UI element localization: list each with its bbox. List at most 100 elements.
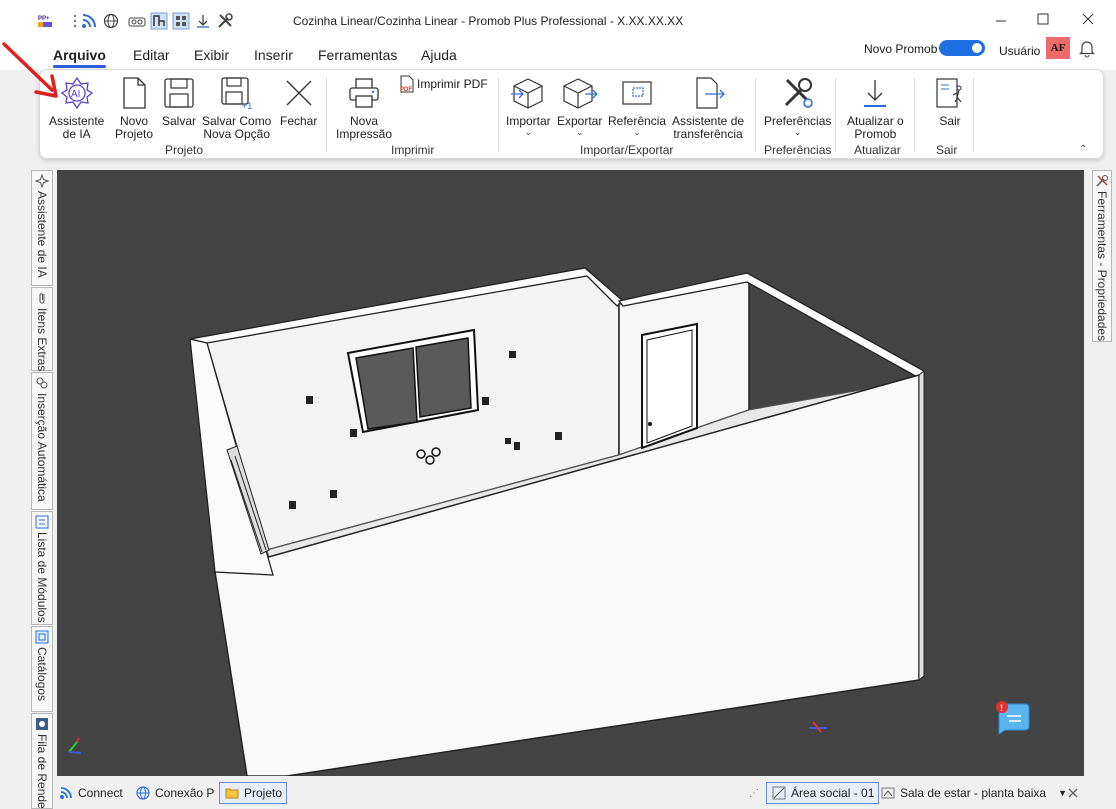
paperclip-icon — [35, 291, 49, 305]
tab-editar[interactable]: Editar — [133, 47, 170, 63]
print-pdf-button[interactable]: PDF Imprimir PDF — [399, 75, 488, 93]
close-window-button[interactable] — [1073, 8, 1103, 30]
save-as-icon: +1 — [220, 76, 254, 110]
tab-ferramentas[interactable]: Ferramentas — [318, 47, 397, 63]
ribbon-divider — [755, 78, 756, 152]
render-queue-icon — [35, 717, 49, 731]
resize-grip-icon: ⋰ — [749, 787, 759, 799]
export-box-icon — [563, 76, 597, 110]
vr-glasses-icon[interactable] — [128, 12, 146, 30]
group-imprimir-label: Imprimir — [391, 143, 435, 157]
exit-icon — [933, 76, 967, 110]
conexao-status[interactable]: Conexão P — [135, 782, 214, 804]
download-icon[interactable] — [194, 12, 212, 30]
side-tab-extra-items[interactable]: Itens Extras — [31, 287, 53, 371]
save-as-button[interactable]: +1 Salvar Como Nova Opção — [202, 76, 271, 141]
group-importar-exportar-label: Importar/Exportar — [580, 143, 674, 157]
side-tab-ai-assistant[interactable]: Assistente de IA — [31, 170, 53, 286]
close-label: Fechar — [280, 114, 318, 128]
side-tab-label: Fila de Render — [35, 734, 49, 809]
group-projeto-label: Projeto — [165, 143, 204, 157]
ribbon-divider — [835, 78, 836, 152]
status-bar: Connect Conexão P Projeto ⋰ Área social … — [54, 778, 1116, 809]
side-tab-tools-properties[interactable]: Ferramentas - Propriedades — [1092, 170, 1112, 342]
bell-icon[interactable] — [1078, 38, 1096, 58]
side-tab-auto-insert[interactable]: Inserção Automática — [31, 372, 53, 510]
new-project-button[interactable]: Novo Projeto — [115, 76, 153, 141]
close-project-button[interactable]: Fechar — [280, 76, 317, 128]
tab-ajuda[interactable]: Ajuda — [421, 47, 457, 63]
pdf-icon: PDF — [399, 75, 415, 93]
connect-status[interactable]: Connect — [58, 782, 123, 804]
area-selector[interactable]: Área social - 01 — [766, 782, 880, 804]
exit-label: Sair — [939, 114, 961, 128]
novo-promob-toggle[interactable] — [939, 40, 985, 56]
ribbon: AI Assistente de IA Novo Projeto Salvar … — [39, 69, 1104, 159]
svg-text:AI: AI — [71, 89, 80, 100]
update-button[interactable]: Atualizar o Promob — [847, 76, 904, 141]
new-file-icon — [117, 76, 151, 110]
sparkle-icon — [35, 174, 49, 188]
front-wall-edge — [918, 369, 925, 682]
side-tab-render-queue[interactable]: Fila de Render — [31, 713, 53, 809]
collapse-ribbon-icon[interactable]: ⌃ — [1079, 144, 1087, 155]
close-view-button[interactable] — [1068, 782, 1078, 804]
save-as-label: Salvar Como Nova Opção — [202, 114, 272, 141]
svg-text:PDF: PDF — [400, 87, 412, 93]
novo-promob-label: Novo Promob — [864, 42, 938, 56]
tools-icon[interactable] — [216, 12, 234, 30]
printer-icon — [347, 76, 381, 110]
user-label[interactable]: Usuário — [999, 44, 1040, 58]
export-button[interactable]: Exportar ⌄ — [557, 76, 602, 137]
projeto-label: Projeto — [244, 786, 283, 800]
chevron-down-icon: ⌄ — [793, 127, 802, 137]
rss-icon[interactable] — [80, 12, 98, 30]
globe-icon — [135, 785, 151, 801]
axis-gizmo — [68, 737, 82, 754]
side-tab-label: Itens Extras — [35, 308, 49, 372]
view-label: Sala de estar - planta baixa — [900, 786, 1047, 800]
group-preferencias-label: Preferências — [764, 143, 832, 157]
transfer-assistant-button[interactable]: Assistente de transferência — [672, 76, 744, 141]
tab-inserir[interactable]: Inserir — [254, 47, 293, 63]
reference-icon — [620, 76, 654, 110]
dropdown-arrow-icon: ▼ — [1058, 788, 1068, 798]
3d-viewport[interactable]: ! — [57, 170, 1084, 776]
side-tab-label: Catálogos — [35, 647, 49, 702]
app-logo-icon[interactable]: PP+ — [36, 12, 54, 30]
list-icon — [35, 515, 49, 529]
conexao-label: Conexão P — [155, 786, 215, 800]
update-label: Atualizar o Promob — [847, 114, 904, 141]
side-tab-label: Inserção Automática — [35, 393, 49, 502]
group-sair-label: Sair — [936, 143, 958, 157]
render-icon[interactable] — [172, 12, 190, 30]
chat-notification-icon[interactable]: ! — [995, 700, 1031, 736]
globe-icon[interactable] — [102, 12, 120, 30]
exit-button[interactable]: Sair — [933, 76, 967, 128]
wrench-icon — [1095, 174, 1109, 188]
title-bar: PP+ Cozinha Linear/Cozinha Linear - Prom… — [0, 0, 1116, 40]
ribbon-divider — [326, 78, 327, 152]
catalog-icon — [35, 630, 49, 644]
reference-button[interactable]: Referência ⌄ — [608, 76, 666, 137]
save-button[interactable]: Salvar — [162, 76, 196, 128]
close-icon — [1068, 788, 1078, 798]
transfer-assistant-label: Assistente de transferência — [672, 114, 745, 141]
import-button[interactable]: Importar ⌄ — [506, 76, 551, 137]
side-tab-catalogs[interactable]: Catálogos — [31, 626, 53, 712]
new-print-label: Nova Impressão — [336, 114, 393, 141]
floor-plan-icon[interactable] — [150, 12, 168, 30]
maximize-button[interactable] — [1028, 8, 1058, 30]
side-tab-module-list[interactable]: Lista de Módulos — [31, 511, 53, 625]
area-label: Área social - 01 — [791, 786, 875, 800]
avatar[interactable]: AF — [1046, 37, 1070, 59]
view-selector[interactable]: Sala de estar - planta baixa ▼ — [880, 782, 1067, 804]
new-print-button[interactable]: Nova Impressão — [336, 76, 392, 141]
minimize-button[interactable] — [986, 8, 1016, 30]
door — [641, 322, 698, 450]
tab-exibir[interactable]: Exibir — [194, 47, 229, 63]
side-tab-label: Assistente de IA — [35, 191, 49, 278]
preferences-button[interactable]: Preferências ⌄ — [764, 76, 831, 137]
room-3d-model — [68, 267, 925, 776]
projeto-tab[interactable]: Projeto — [219, 782, 288, 804]
